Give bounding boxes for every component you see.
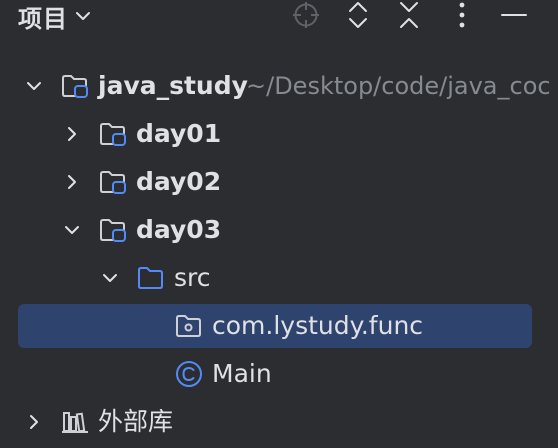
- locate-button[interactable]: [290, 0, 322, 30]
- tree-item-package[interactable]: com.lystudy.func: [0, 302, 558, 350]
- module-folder-icon: [100, 123, 126, 146]
- tree-item-label: 外部库: [98, 407, 174, 436]
- tree-item-label: day02: [136, 167, 222, 196]
- tree-item-label: java_study: [98, 71, 248, 100]
- tree-item-external-libraries[interactable]: 外部库: [0, 398, 558, 446]
- chevron-right-icon[interactable]: [60, 170, 84, 194]
- chevron-down-icon: [76, 12, 90, 20]
- module-folder-icon: [62, 75, 88, 98]
- collapse-all-button[interactable]: [393, 0, 425, 30]
- collapse-all-icon: [400, 2, 418, 28]
- project-view-selector[interactable]: 项目: [18, 0, 92, 33]
- library-icon: [62, 412, 88, 433]
- source-folder-icon: [138, 267, 163, 289]
- tree-item-src[interactable]: src: [0, 254, 558, 302]
- minimize-icon: [501, 14, 527, 16]
- options-button[interactable]: [446, 0, 478, 30]
- module-folder-icon: [100, 219, 126, 242]
- tree-item-day01[interactable]: day01: [0, 110, 558, 158]
- module-folder-icon: [100, 171, 126, 194]
- chevron-right-icon[interactable]: [60, 122, 84, 146]
- module-path: ~/Desktop/code/java_coc: [246, 72, 551, 100]
- chevron-down-icon[interactable]: [98, 266, 122, 290]
- tree-item-label: com.lystudy.func: [212, 311, 424, 340]
- more-icon: [459, 2, 465, 28]
- tree-item-label: Main: [212, 359, 272, 388]
- tree-item-day03[interactable]: day03: [0, 206, 558, 254]
- locate-icon: [293, 2, 319, 28]
- panel-title: 项目: [18, 4, 68, 33]
- chevron-down-icon[interactable]: [60, 218, 84, 242]
- tree-item-java-study[interactable]: java_study ~/Desktop/code/java_coc: [0, 62, 558, 110]
- tree-item-day02[interactable]: day02: [0, 158, 558, 206]
- chevron-right-icon[interactable]: [22, 410, 46, 434]
- expand-all-button[interactable]: [342, 0, 374, 30]
- tree-item-label: day03: [136, 215, 222, 244]
- class-icon: [176, 361, 202, 387]
- project-tool-window-header: 项目: [0, 0, 558, 33]
- hide-panel-button[interactable]: [498, 0, 530, 30]
- chevron-down-icon[interactable]: [22, 74, 46, 98]
- expand-all-icon: [349, 2, 367, 28]
- tree-item-label: day01: [136, 119, 222, 148]
- tree-item-label: src: [174, 263, 211, 292]
- tree-item-main[interactable]: Main: [0, 350, 558, 398]
- package-icon: [176, 315, 201, 337]
